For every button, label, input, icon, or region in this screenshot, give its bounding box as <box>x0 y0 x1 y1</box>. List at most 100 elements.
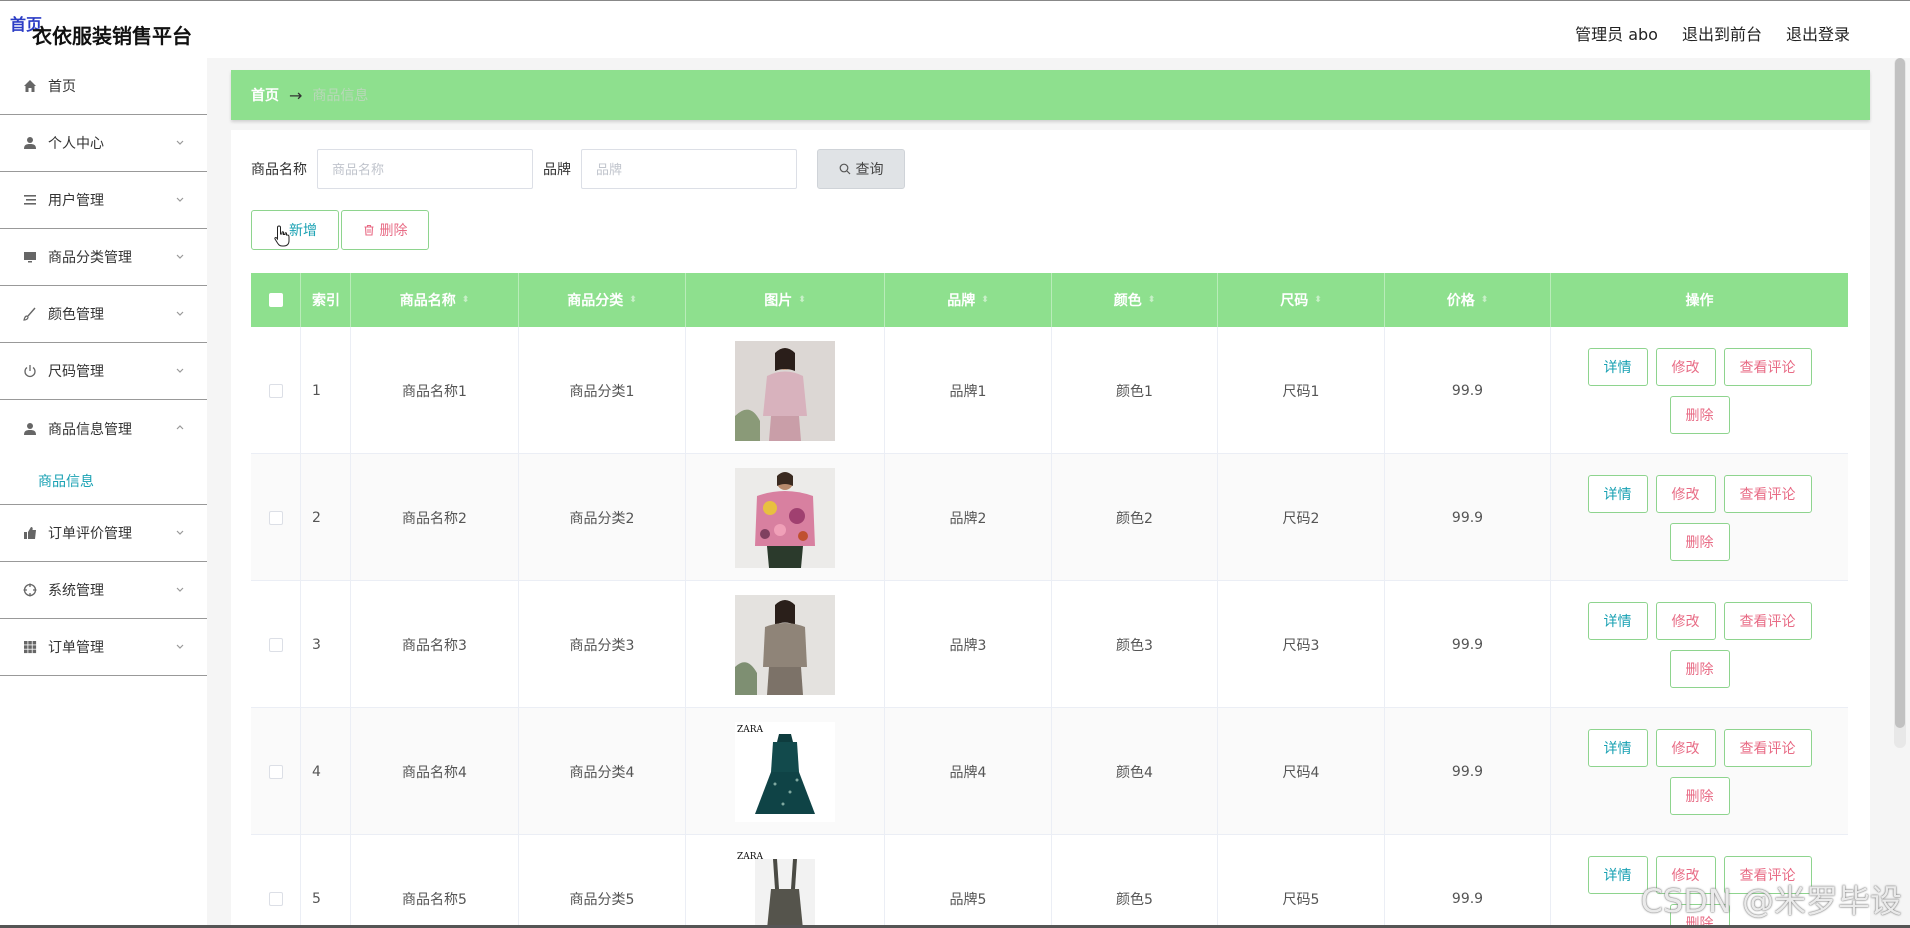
row-index: 1 <box>301 327 351 454</box>
row-check-cell <box>251 708 301 835</box>
row-size: 尺码2 <box>1218 454 1385 581</box>
chevron-down-icon <box>176 197 184 202</box>
add-button[interactable]: 新增 <box>251 210 339 250</box>
sidebar-item-size[interactable]: 尺码管理 <box>0 343 207 400</box>
sidebar-item-label: 尺码管理 <box>48 364 104 380</box>
edit-button[interactable]: 修改 <box>1655 347 1716 386</box>
chevron-down-icon <box>176 311 184 316</box>
sort-icon[interactable]: ⬍ <box>1481 295 1489 305</box>
chevron-down-icon <box>176 530 184 535</box>
sidebar-item-product-info-mgmt[interactable]: 商品信息管理 <box>0 400 207 457</box>
detail-button[interactable]: 详情 <box>1587 728 1648 767</box>
chevron-down-icon <box>176 254 184 259</box>
sidebar-item-system[interactable]: 系统管理 <box>0 562 207 619</box>
row-color: 颜色3 <box>1052 581 1218 708</box>
edit-button[interactable]: 修改 <box>1655 474 1716 513</box>
breadcrumb-home[interactable]: 首页 <box>251 85 279 105</box>
row-category: 商品分类4 <box>519 708 686 835</box>
app-title: 衣依服装销售平台 <box>32 24 192 48</box>
action-bar: 新增 删除 <box>251 210 429 250</box>
sort-icon[interactable]: ⬍ <box>1314 295 1322 305</box>
row-actions-line: 详情 修改 查看评论 <box>1587 601 1812 640</box>
col-brand[interactable]: 品牌 ⬍ <box>885 273 1052 327</box>
table-row: 4 商品名称4 商品分类4 ZARA 品牌4 颜色4 尺码4 99.9 详情 修… <box>251 708 1848 835</box>
chevron-down-icon <box>176 368 184 373</box>
row-checkbox[interactable] <box>268 891 283 906</box>
name-search-input[interactable] <box>317 149 533 189</box>
row-checkbox[interactable] <box>268 637 283 652</box>
sidebar-item-category[interactable]: 商品分类管理 <box>0 229 207 286</box>
sort-icon[interactable]: ⬍ <box>629 295 637 305</box>
brand-search-input[interactable] <box>581 149 797 189</box>
row-actions-line: 详情 修改 查看评论 <box>1587 474 1812 513</box>
row-name: 商品名称4 <box>351 708 519 835</box>
col-index: 索引 <box>301 273 351 327</box>
col-size[interactable]: 尺码 ⬍ <box>1218 273 1385 327</box>
col-category[interactable]: 商品分类 ⬍ <box>519 273 686 327</box>
sidebar-item-users[interactable]: 用户管理 <box>0 172 207 229</box>
search-icon <box>839 163 850 175</box>
select-all-checkbox[interactable] <box>268 293 283 307</box>
trash-icon <box>364 224 373 236</box>
row-image-cell <box>686 454 885 581</box>
row-category: 商品分类2 <box>519 454 686 581</box>
brand-logo-text: ZARA <box>737 725 764 735</box>
col-price[interactable]: 价格 ⬍ <box>1385 273 1551 327</box>
product-table: 索引 商品名称 ⬍ 商品分类 ⬍ 图片 ⬍ 品牌 ⬍ 颜色 ⬍ 尺码 ⬍ 价格 ⬍ 操作 1 … <box>251 273 1848 928</box>
row-brand: 品牌3 <box>885 581 1052 708</box>
row-delete-button[interactable]: 删除 <box>1669 522 1730 561</box>
sidebar-item-label: 首页 <box>48 79 76 95</box>
row-checkbox[interactable] <box>268 510 283 525</box>
row-delete-button[interactable]: 删除 <box>1669 395 1730 434</box>
detail-button[interactable]: 详情 <box>1587 601 1648 640</box>
sort-icon[interactable]: ⬍ <box>798 295 806 305</box>
col-image[interactable]: 图片 ⬍ <box>686 273 885 327</box>
sidebar-item-home[interactable]: 首页 <box>0 58 207 115</box>
col-color[interactable]: 颜色 ⬍ <box>1052 273 1218 327</box>
sort-icon[interactable]: ⬍ <box>981 295 989 305</box>
row-image-cell <box>686 327 885 454</box>
view-reviews-button[interactable]: 查看评论 <box>1723 728 1812 767</box>
row-name: 商品名称5 <box>351 835 519 928</box>
sidebar-item-color[interactable]: 颜色管理 <box>0 286 207 343</box>
row-checkbox[interactable] <box>268 383 283 398</box>
person-icon <box>22 421 38 437</box>
sidebar-item-label: 个人中心 <box>48 136 104 152</box>
query-button[interactable]: 查询 <box>817 149 905 189</box>
sort-icon[interactable]: ⬍ <box>1148 295 1156 305</box>
sidebar-subitem-product-info[interactable]: 商品信息 <box>0 457 207 505</box>
page-scrollbar-thumb[interactable] <box>1895 58 1905 728</box>
sidebar-item-order-review[interactable]: 订单评价管理 <box>0 505 207 562</box>
name-search-label: 商品名称 <box>251 162 307 178</box>
edit-button[interactable]: 修改 <box>1655 728 1716 767</box>
detail-button[interactable]: 详情 <box>1587 474 1648 513</box>
sidebar-item-label: 用户管理 <box>48 193 104 209</box>
col-name[interactable]: 商品名称 ⬍ <box>351 273 519 327</box>
col-index-label: 索引 <box>312 293 340 309</box>
bulk-delete-label: 删除 <box>379 223 408 239</box>
detail-button[interactable]: 详情 <box>1587 347 1648 386</box>
row-delete-button[interactable]: 删除 <box>1669 649 1730 688</box>
row-size: 尺码1 <box>1218 327 1385 454</box>
row-checkbox[interactable] <box>268 764 283 779</box>
sidebar-item-profile[interactable]: 个人中心 <box>0 115 207 172</box>
row-actions: 详情 修改 查看评论 删除 <box>1551 327 1848 454</box>
view-reviews-button[interactable]: 查看评论 <box>1723 474 1812 513</box>
row-price: 99.9 <box>1385 708 1551 835</box>
row-price: 99.9 <box>1385 327 1551 454</box>
sidebar-item-orders[interactable]: 订单管理 <box>0 619 207 676</box>
admin-user-label[interactable]: 管理员 abo <box>1575 21 1658 45</box>
logout-link[interactable]: 退出登录 <box>1786 21 1850 45</box>
detail-button[interactable]: 详情 <box>1587 855 1648 894</box>
edit-button[interactable]: 修改 <box>1655 601 1716 640</box>
view-reviews-button[interactable]: 查看评论 <box>1723 601 1812 640</box>
col-brand-label: 品牌 <box>947 293 976 309</box>
col-image-label: 图片 <box>764 293 793 309</box>
product-image: ZARA <box>735 721 835 822</box>
sort-icon[interactable]: ⬍ <box>462 295 470 305</box>
view-reviews-button[interactable]: 查看评论 <box>1723 347 1812 386</box>
row-check-cell <box>251 327 301 454</box>
bulk-delete-button[interactable]: 删除 <box>341 210 429 250</box>
exit-to-frontend-link[interactable]: 退出到前台 <box>1682 21 1762 45</box>
row-delete-button[interactable]: 删除 <box>1669 776 1730 815</box>
